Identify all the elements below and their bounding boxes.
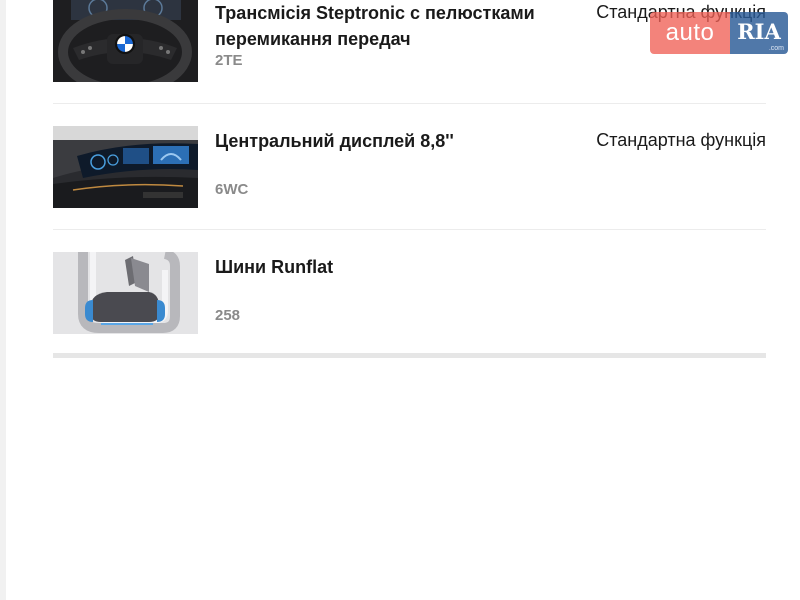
runflat-tire-illustration <box>53 252 198 334</box>
feature-title: Шини Runflat <box>215 257 334 277</box>
page: Трансмісія Steptronic с пелюстками перем… <box>0 0 800 600</box>
watermark-domain: .com <box>768 45 784 52</box>
feature-item: Центральний дисплей 8,8'' 6WC Стандартна… <box>53 104 766 230</box>
list-bottom-divider <box>53 353 766 358</box>
feature-code: 258 <box>215 307 241 324</box>
steering-wheel-illustration <box>53 0 198 82</box>
feature-code: 6WC <box>215 181 249 198</box>
watermark-auto: auto <box>650 12 730 54</box>
feature-title: Центральний дисплей 8,8'' <box>215 131 454 151</box>
left-edge <box>0 0 6 600</box>
runflat-tire-image <box>53 252 198 334</box>
feature-title: Трансмісія Steptronic с пелюстками перем… <box>215 3 535 49</box>
watermark-ria: RIA .com <box>730 12 788 54</box>
feature-status: Стандартна функція <box>596 130 766 150</box>
autoria-watermark: auto RIA .com <box>650 12 790 54</box>
watermark-ria-text: RIA <box>737 19 781 44</box>
feature-code: 2TE <box>215 52 243 69</box>
steering-wheel-image <box>53 0 198 82</box>
central-display-image <box>53 126 198 208</box>
feature-item: Шини Runflat 258 <box>53 230 766 358</box>
central-display-illustration <box>53 126 198 208</box>
